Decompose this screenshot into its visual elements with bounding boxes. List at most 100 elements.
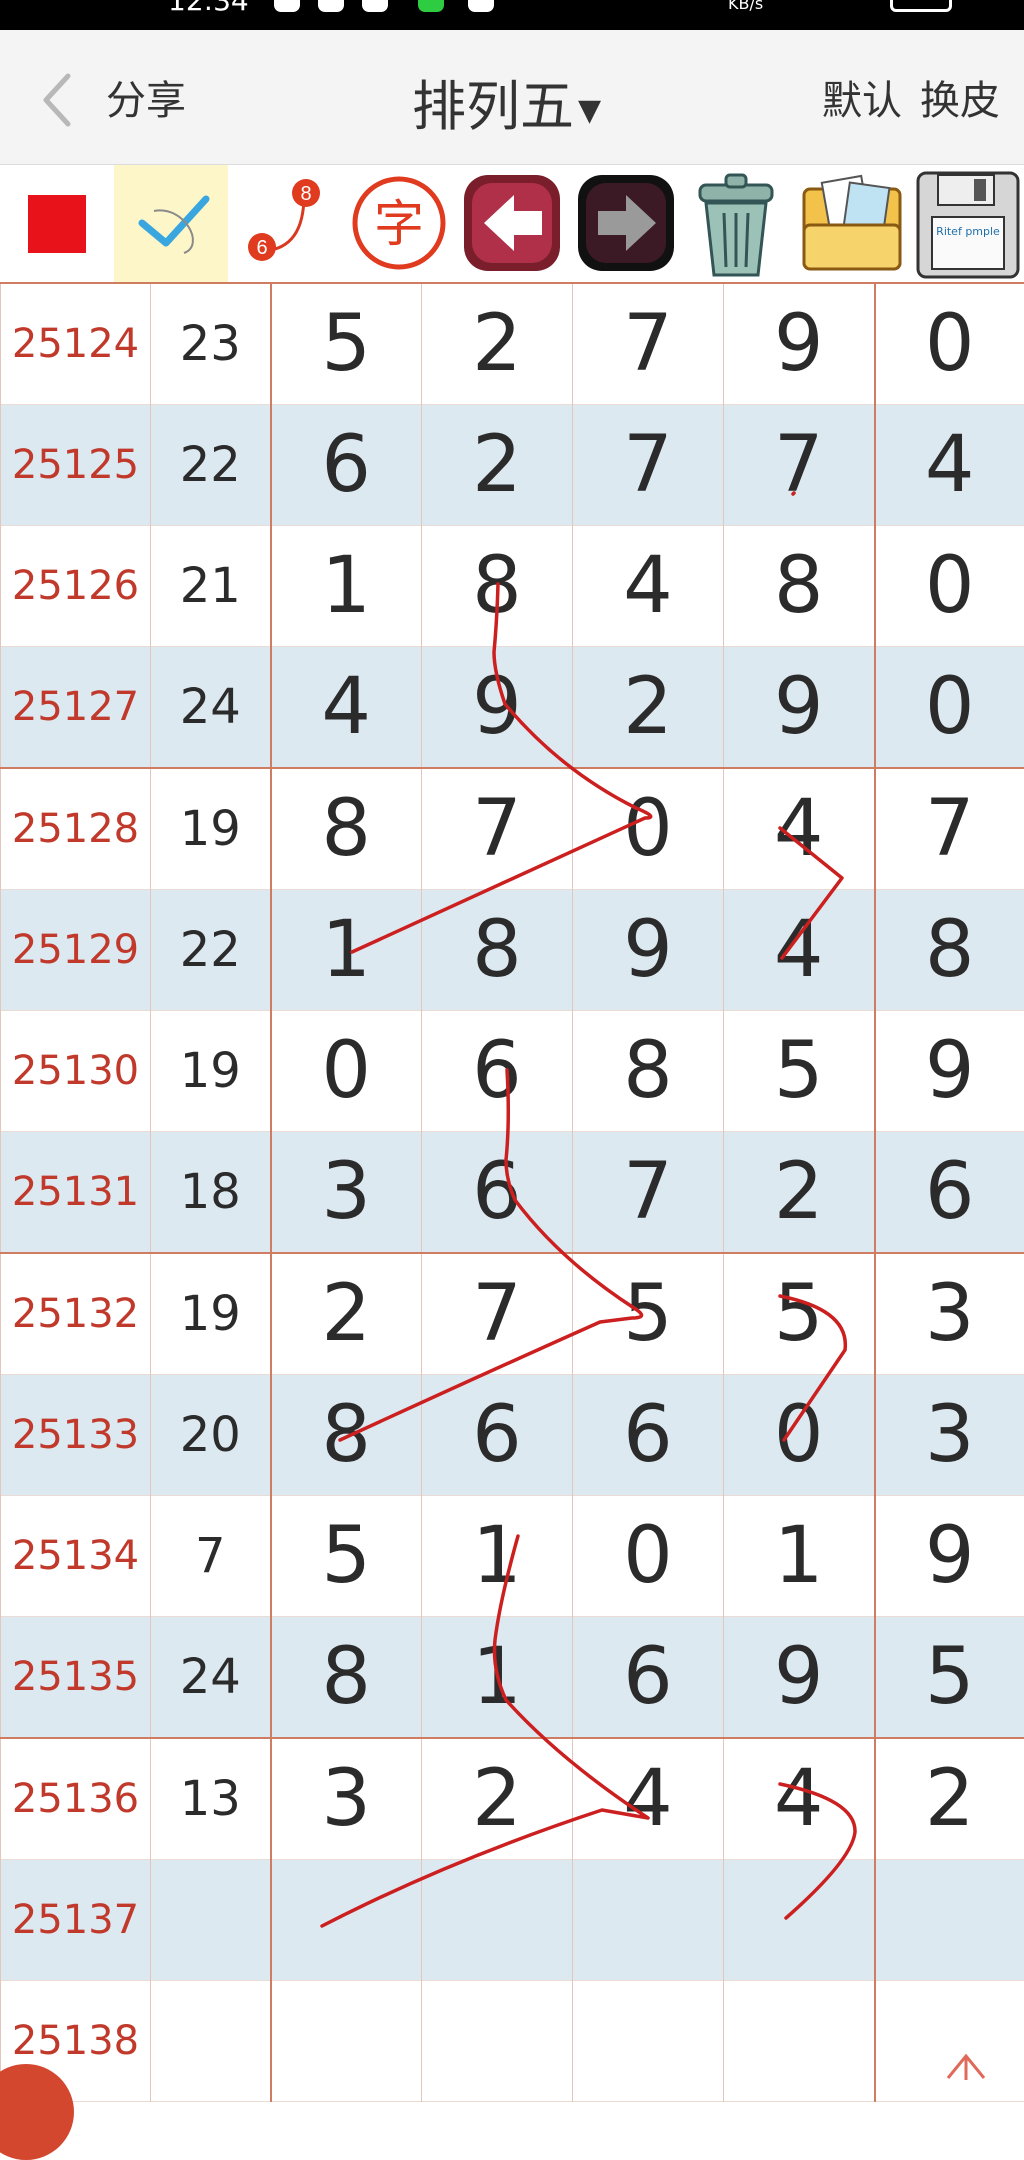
digit-cell[interactable]: 9: [724, 647, 875, 769]
digit-sum: 20: [151, 1375, 271, 1496]
digit-cell[interactable]: 0: [271, 1011, 422, 1132]
digit-cell[interactable]: 4: [271, 647, 422, 769]
digit-cell[interactable]: 1: [422, 1496, 573, 1617]
digit-cell[interactable]: 9: [724, 283, 875, 405]
digit-cell[interactable]: 6: [875, 1132, 1024, 1254]
undo-button[interactable]: [458, 165, 568, 282]
digit-cell[interactable]: 8: [271, 768, 422, 890]
clear-button[interactable]: [680, 165, 792, 282]
digit-cell[interactable]: [875, 1981, 1024, 2102]
chevron-left-icon[interactable]: [38, 70, 78, 130]
pen-tool-button[interactable]: [114, 165, 228, 282]
digit-cell[interactable]: 0: [573, 1496, 724, 1617]
digit-cell[interactable]: 2: [422, 405, 573, 526]
digit-cell[interactable]: 7: [724, 405, 875, 526]
digit-sum: 18: [151, 1132, 271, 1254]
digit-cell[interactable]: 5: [875, 1617, 1024, 1739]
digit-cell[interactable]: 4: [724, 768, 875, 890]
digit-cell[interactable]: [724, 1981, 875, 2102]
digit-cell[interactable]: 8: [422, 526, 573, 647]
digit-cell[interactable]: 5: [271, 1496, 422, 1617]
digit-cell[interactable]: 7: [573, 1132, 724, 1254]
digit-cell[interactable]: 6: [422, 1011, 573, 1132]
digit-cell[interactable]: [271, 1981, 422, 2102]
text-tool-button[interactable]: 字: [344, 165, 454, 282]
digit-cell[interactable]: 8: [422, 890, 573, 1011]
digit-cell[interactable]: [422, 1860, 573, 1981]
album-button[interactable]: [796, 165, 908, 282]
digit-cell[interactable]: 1: [422, 1617, 573, 1739]
digit-cell[interactable]: 5: [724, 1253, 875, 1375]
digit-cell[interactable]: 8: [271, 1617, 422, 1739]
digit-cell[interactable]: 4: [875, 405, 1024, 526]
digit-cell[interactable]: 2: [875, 1738, 1024, 1860]
digit-cell[interactable]: 5: [724, 1011, 875, 1132]
digit-sum: 23: [151, 283, 271, 405]
photo-folder-icon: [796, 165, 908, 282]
digit-cell[interactable]: 9: [422, 647, 573, 769]
digit-cell[interactable]: 6: [422, 1132, 573, 1254]
issue-number: 25124: [1, 283, 151, 405]
digit-cell[interactable]: 9: [875, 1011, 1024, 1132]
digit-cell[interactable]: 4: [573, 1738, 724, 1860]
digit-cell[interactable]: [573, 1860, 724, 1981]
default-button[interactable]: 默认: [822, 68, 902, 126]
notification-icon: [468, 0, 494, 12]
digit-cell[interactable]: 2: [422, 1738, 573, 1860]
digit-cell[interactable]: [573, 1981, 724, 2102]
digit-cell[interactable]: 2: [271, 1253, 422, 1375]
digit-cell[interactable]: 6: [422, 1375, 573, 1496]
draw-row: 251352481695: [1, 1617, 1024, 1739]
digit-cell[interactable]: 0: [724, 1375, 875, 1496]
digit-cell[interactable]: 0: [875, 283, 1024, 405]
digit-cell[interactable]: 5: [271, 283, 422, 405]
digit-cell[interactable]: [271, 1860, 422, 1981]
digit-cell[interactable]: 0: [573, 768, 724, 890]
draw-row: 25134751019: [1, 1496, 1024, 1617]
digit-cell[interactable]: 3: [271, 1132, 422, 1254]
digit-cell[interactable]: 9: [724, 1617, 875, 1739]
digit-cell[interactable]: [724, 1860, 875, 1981]
digit-cell[interactable]: 8: [875, 890, 1024, 1011]
digit-cell[interactable]: [875, 1860, 1024, 1981]
digit-cell[interactable]: [422, 1981, 573, 2102]
digit-cell[interactable]: 3: [875, 1253, 1024, 1375]
lottery-type-selector[interactable]: 排列五▼: [412, 62, 601, 141]
digit-cell[interactable]: 7: [422, 768, 573, 890]
digit-cell[interactable]: 7: [573, 405, 724, 526]
digit-cell[interactable]: 8: [573, 1011, 724, 1132]
digit-cell[interactable]: 2: [573, 647, 724, 769]
digit-cell[interactable]: 7: [573, 283, 724, 405]
issue-number: 25131: [1, 1132, 151, 1254]
digit-cell[interactable]: 7: [422, 1253, 573, 1375]
connect-top-label: 8: [300, 183, 311, 205]
digit-cell[interactable]: 7: [875, 768, 1024, 890]
notification-icon: [418, 0, 444, 12]
digit-cell[interactable]: 3: [875, 1375, 1024, 1496]
redo-button[interactable]: [572, 165, 682, 282]
digit-cell[interactable]: 8: [271, 1375, 422, 1496]
digit-cell[interactable]: 3: [271, 1738, 422, 1860]
digit-cell[interactable]: 1: [724, 1496, 875, 1617]
digit-cell[interactable]: 9: [875, 1496, 1024, 1617]
digit-cell[interactable]: 4: [573, 526, 724, 647]
digit-cell[interactable]: 5: [573, 1253, 724, 1375]
digit-cell[interactable]: 0: [875, 647, 1024, 769]
digit-cell[interactable]: 0: [875, 526, 1024, 647]
digit-cell[interactable]: 6: [573, 1375, 724, 1496]
digit-cell[interactable]: 2: [724, 1132, 875, 1254]
digit-cell[interactable]: 4: [724, 890, 875, 1011]
digit-cell[interactable]: 9: [573, 890, 724, 1011]
save-button[interactable]: Ritef pmple: [912, 165, 1024, 282]
digit-cell[interactable]: 2: [422, 283, 573, 405]
digit-cell[interactable]: 4: [724, 1738, 875, 1860]
change-skin-button[interactable]: 换皮: [920, 68, 1000, 126]
share-button[interactable]: 分享: [106, 68, 186, 126]
digit-cell[interactable]: 6: [573, 1617, 724, 1739]
color-picker-button[interactable]: [0, 165, 114, 282]
digit-cell[interactable]: 8: [724, 526, 875, 647]
digit-cell[interactable]: 1: [271, 890, 422, 1011]
digit-cell[interactable]: 1: [271, 526, 422, 647]
connect-line-button[interactable]: 8 6: [232, 165, 342, 282]
digit-cell[interactable]: 6: [271, 405, 422, 526]
